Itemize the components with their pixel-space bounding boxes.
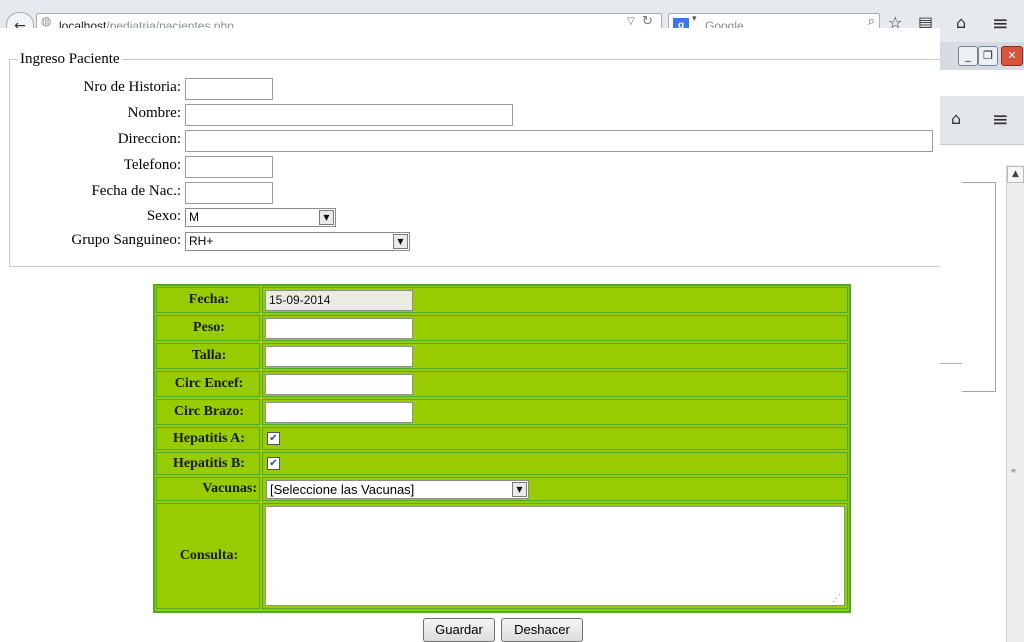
consulta-label: Consulta:	[179, 548, 239, 563]
peso-value-cell	[262, 315, 848, 341]
fecha-nac-row: Fecha de Nac.:	[0, 183, 181, 205]
deshacer-button[interactable]: Deshacer	[501, 618, 583, 642]
hepatitis-b-checkbox[interactable]: ✔	[267, 457, 280, 470]
consulta-label-cell: Consulta:	[156, 503, 260, 609]
fecha-value-cell: 15-09-2014	[262, 287, 848, 313]
fecha-nac-input[interactable]	[185, 182, 273, 204]
direccion-label: Direccion:	[117, 131, 181, 147]
chevron-down-icon[interactable]: ▼	[319, 210, 334, 225]
fecha-nac-label: Fecha de Nac.:	[91, 183, 181, 199]
consulta-textarea[interactable]	[265, 506, 845, 606]
hamburger-menu-icon[interactable]: ≡	[992, 11, 1009, 35]
background-panel	[962, 182, 996, 392]
talla-input[interactable]	[265, 346, 413, 367]
telefono-row: Telefono:	[0, 157, 181, 179]
talla-value-cell	[262, 343, 848, 369]
restore-icon[interactable]: ❐	[978, 46, 998, 66]
historia-row: Nro de Historia:	[0, 79, 181, 101]
circ-brazo-label: Circ Brazo:	[173, 404, 245, 419]
hepatitis-b-label-cell: Hepatitis B:	[156, 452, 260, 475]
telefono-label: Telefono:	[123, 157, 181, 173]
reload-icon[interactable]: ↻	[642, 14, 653, 29]
consulta-table: Fecha: 15-09-2014 Peso: Talla: Circ Ence…	[153, 284, 851, 613]
fecha-label: Fecha:	[188, 292, 230, 307]
telefono-input[interactable]	[185, 156, 273, 178]
home-icon[interactable]: ⌂	[951, 109, 961, 128]
consulta-value-cell: ⋰	[262, 503, 848, 609]
grupo-select[interactable]: RH+ ▼	[185, 232, 410, 251]
circ-encef-value-cell	[262, 371, 848, 397]
chevron-down-icon[interactable]: ▼	[512, 482, 527, 497]
chevron-down-icon[interactable]: ▼	[393, 234, 408, 249]
sexo-select[interactable]: M ▼	[185, 208, 336, 227]
fecha-label-cell: Fecha:	[156, 287, 260, 313]
sexo-selected: M	[189, 210, 199, 224]
background-divider	[940, 363, 962, 364]
hamburger-menu-icon[interactable]: ≡	[992, 107, 1009, 131]
vertical-scrollbar[interactable]	[1006, 165, 1024, 642]
nombre-label: Nombre:	[127, 105, 181, 121]
circ-encef-label-cell: Circ Encef:	[156, 371, 260, 397]
historia-label: Nro de Historia:	[83, 79, 181, 95]
home-icon[interactable]: ⌂	[956, 13, 966, 32]
sexo-label: Sexo:	[146, 208, 181, 224]
historia-input[interactable]	[185, 78, 273, 100]
nombre-row: Nombre:	[0, 105, 181, 127]
grupo-row: Grupo Sanguineo:	[0, 232, 181, 254]
hepatitis-b-label: Hepatitis B:	[173, 456, 245, 471]
sexo-row: Sexo:	[0, 208, 181, 230]
hepatitis-b-value-cell: ✔	[262, 452, 848, 475]
patient-legend: Ingreso Paciente	[20, 51, 120, 67]
nombre-input[interactable]	[185, 104, 513, 126]
talla-label-cell: Talla:	[156, 343, 260, 369]
circ-encef-label: Circ Encef:	[174, 376, 244, 391]
magnifier-icon[interactable]: ⌕	[868, 14, 875, 29]
vacunas-label: Vacunas:	[202, 481, 257, 496]
scroll-up-icon[interactable]: ▲	[1007, 166, 1024, 183]
talla-label: Talla:	[191, 348, 227, 363]
direccion-input[interactable]	[185, 130, 933, 152]
close-icon[interactable]: ✕	[1001, 46, 1023, 66]
vacunas-label-cell: Vacunas:	[156, 477, 260, 501]
circ-brazo-label-cell: Circ Brazo:	[156, 399, 260, 425]
scroll-grip-icon[interactable]: ≡	[1011, 466, 1016, 475]
hepatitis-a-label: Hepatitis A:	[173, 431, 245, 446]
direccion-row: Direccion:	[0, 131, 181, 153]
circ-encef-input[interactable]	[265, 374, 413, 395]
grupo-label: Grupo Sanguineo:	[71, 232, 181, 248]
vacunas-value-cell: [Seleccione las Vacunas] ▼	[262, 477, 848, 501]
hepatitis-a-value-cell: ✔	[262, 427, 848, 450]
guardar-button[interactable]: Guardar	[423, 618, 495, 642]
minimize-icon[interactable]: _	[958, 46, 978, 66]
fecha-input[interactable]: 15-09-2014	[265, 290, 413, 311]
vacunas-select[interactable]: [Seleccione las Vacunas] ▼	[266, 480, 529, 499]
grupo-selected: RH+	[189, 234, 214, 248]
peso-input[interactable]	[265, 318, 413, 339]
search-engine-dropdown-icon[interactable]: ▾	[692, 14, 697, 24]
peso-label-cell: Peso:	[156, 315, 260, 341]
hepatitis-a-checkbox[interactable]: ✔	[267, 432, 280, 445]
peso-label: Peso:	[193, 320, 225, 335]
hepatitis-a-label-cell: Hepatitis A:	[156, 427, 260, 450]
globe-icon: ◍	[41, 14, 52, 28]
page-content: Ingreso Paciente Nro de Historia: Nombre…	[0, 28, 940, 642]
url-history-dropdown-icon[interactable]: ▽	[627, 16, 635, 27]
vacunas-selected: [Seleccione las Vacunas]	[270, 482, 415, 497]
circ-brazo-value-cell	[262, 399, 848, 425]
circ-brazo-input[interactable]	[265, 402, 413, 423]
resize-grip-icon[interactable]: ⋰	[832, 594, 841, 604]
